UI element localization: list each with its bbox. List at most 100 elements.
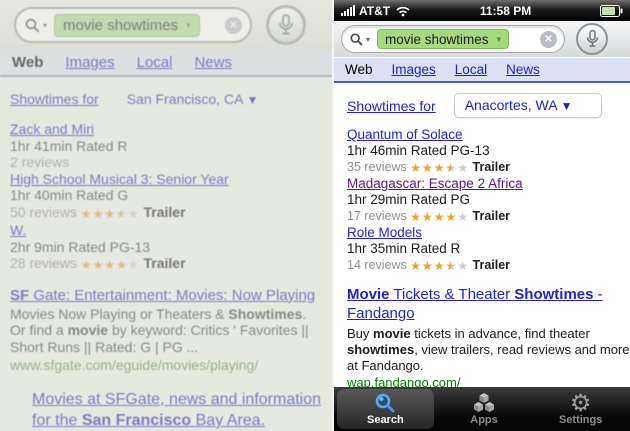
toolbar-tab-label: Settings [558, 414, 603, 426]
location-selector[interactable]: Anacortes, WA ▼ [453, 93, 602, 118]
trailer-link[interactable]: Trailer [144, 204, 186, 220]
movie-details: 1hr 40min Rated G [10, 187, 129, 203]
tab-news[interactable]: News [506, 62, 540, 77]
movie-entry: Role Models 1hr 35min Rated R 14 reviews… [347, 225, 630, 274]
left-search-input[interactable]: ▾ movie showtimes ▾ ✕ [14, 7, 252, 43]
showtimes-location-row: Showtimes for Anacortes, WA ▼ [347, 93, 630, 118]
movie-title-link[interactable]: W. [10, 222, 26, 238]
search-options-icon[interactable]: ▾ [24, 17, 47, 34]
iphone-screenshot: AT&T 11:58 PM ▾ movie showtimes ▾ ✕ Web … [332, 0, 630, 431]
movie-entry: Madagascar: Escape 2 Africa 1hr 29min Ra… [347, 176, 630, 225]
chevron-down-icon: ▾ [43, 20, 48, 30]
tab-images[interactable]: Images [392, 62, 436, 77]
clock: 11:58 PM [479, 3, 532, 18]
movie-details: 1hr 46min Rated PG-13 [347, 143, 490, 158]
star-rating: ★★★★★★★★★★ [80, 206, 140, 221]
result-snippet: Movies Now Playing or Theaters & Showtim… [10, 305, 309, 355]
search-options-icon[interactable]: ▾ [349, 32, 370, 47]
movie-entry: Zack and Miri 1hr 41min Rated R 2 review… [10, 121, 332, 171]
star-rating: ★★★★★★★★★★ [410, 161, 470, 175]
movie-details: 1hr 41min Rated R [10, 137, 128, 154]
movie-title-link[interactable]: Madagascar: Escape 2 Africa [347, 176, 523, 191]
left-ghost-layer: ▾ movie showtimes ▾ ✕ Web Images Local N… [0, 0, 332, 431]
voice-search-button[interactable] [266, 5, 306, 45]
tab-local[interactable]: Local [455, 62, 487, 77]
left-tab-bar: Web Images Local News [0, 50, 332, 77]
location-dropdown-icon: ▼ [560, 99, 573, 113]
microphone-icon [586, 29, 598, 47]
chevron-down-icon: ▾ [366, 34, 371, 44]
search-results: Showtimes for Anacortes, WA ▼ Quantum of… [334, 83, 630, 387]
result-title-link[interactable]: Movie Tickets & Theater Showtimes - Fand… [347, 286, 603, 322]
movie-reviews-link[interactable]: 17 reviews [347, 209, 407, 223]
search-input[interactable]: ▾ movie showtimes ▾ ✕ [341, 25, 565, 53]
result-snippet: Buy movie tickets in advance, find theat… [347, 326, 630, 373]
movie-title-link[interactable]: Role Models [347, 225, 422, 240]
movie-details: 1hr 35min Rated R [347, 241, 461, 256]
screenshot-root: ▾ movie showtimes ▾ ✕ Web Images Local N… [0, 0, 630, 431]
status-bar: AT&T 11:58 PM [334, 0, 630, 21]
left-search-bar: ▾ movie showtimes ▾ ✕ [0, 0, 332, 50]
location-dropdown-icon: ▼ [246, 93, 259, 107]
toolbar-tab-label: Apps [470, 414, 498, 426]
result-url: www.sfgate.com/eguide/movies/playing/ [10, 357, 259, 373]
query-highlight[interactable]: movie showtimes ▾ [377, 29, 510, 49]
movie-title-link[interactable]: Quantum of Solace [347, 127, 463, 142]
tab-web[interactable]: Web [345, 62, 373, 77]
voice-search-button[interactable] [576, 23, 608, 55]
toolbar-tab-search[interactable]: Search [337, 389, 434, 429]
magnifier-icon [25, 18, 40, 32]
movie-reviews-link[interactable]: 2 reviews [10, 154, 69, 170]
star-rating: ★★★★★★★★★★ [410, 259, 470, 273]
wifi-icon [396, 6, 410, 16]
query-highlight[interactable]: movie showtimes ▾ [54, 13, 200, 37]
location-text: San Francisco, CA [126, 91, 243, 107]
result-title-link[interactable]: SF Gate: Entertainment: Movies: Now Play… [10, 287, 315, 304]
sfgate-footer-link[interactable]: Movies at SFGate, news and information f… [32, 389, 332, 431]
left-results: Showtimes for San Francisco, CA ▼ Zack a… [0, 77, 332, 431]
movie-entry: Quantum of Solace 1hr 46min Rated PG-13 … [347, 127, 630, 176]
search-query-text: movie showtimes [385, 31, 489, 47]
trailer-link[interactable]: Trailer [144, 255, 186, 271]
tab-images[interactable]: Images [65, 54, 114, 71]
location-selector[interactable]: San Francisco, CA ▼ [127, 91, 259, 107]
showtimes-for-link[interactable]: Showtimes for [347, 98, 436, 114]
movie-title-link[interactable]: Zack and Miri [10, 121, 94, 137]
result-url: wap.fandango.com/ [347, 375, 461, 387]
toolbar-tab-label: Search [366, 414, 404, 426]
tab-local[interactable]: Local [137, 54, 173, 71]
showtimes-for-link[interactable]: Showtimes for [10, 91, 99, 107]
signal-strength-icon [341, 5, 355, 16]
gear-icon: ⚙ [569, 389, 592, 417]
toolbar-tab-settings[interactable]: ⚙ Settings [532, 387, 629, 431]
trailer-link[interactable]: Trailer [473, 209, 511, 223]
movie-reviews-link[interactable]: 14 reviews [347, 258, 407, 272]
trailer-link[interactable]: Trailer [473, 160, 511, 174]
movie-reviews-link[interactable]: 35 reviews [347, 160, 407, 174]
movie-entry: High School Musical 3: Senior Year 1hr 4… [10, 171, 332, 223]
movie-reviews-link[interactable]: 28 reviews [10, 255, 77, 271]
web-result: SF Gate: Entertainment: Movies: Now Play… [10, 287, 332, 304]
bottom-toolbar: Search Apps ⚙ Settings [334, 387, 630, 431]
movie-details: 1hr 29min Rated PG [347, 192, 471, 207]
toolbar-tab-apps[interactable]: Apps [436, 387, 533, 431]
star-rating: ★★★★★★★★★★ [410, 210, 470, 224]
trailer-link[interactable]: Trailer [473, 258, 511, 272]
star-rating: ★★★★★★★★★★ [80, 258, 140, 272]
search-query-text: movie showtimes [63, 16, 179, 34]
movie-reviews-link[interactable]: 50 reviews [10, 204, 77, 220]
query-chevron-icon: ▾ [186, 19, 191, 30]
movie-details: 2hr 9min Rated PG-13 [10, 238, 151, 255]
clear-search-icon[interactable]: ✕ [540, 30, 557, 48]
tab-web[interactable]: Web [12, 54, 43, 71]
carrier-label: AT&T [359, 3, 391, 18]
magnifier-icon [350, 32, 363, 45]
movie-entry: W. 2hr 9min Rated PG-13 28 reviews ★★★★★… [10, 222, 332, 274]
movie-title-link[interactable]: High School Musical 3: Senior Year [10, 171, 229, 187]
query-chevron-icon: ▾ [496, 33, 502, 44]
left-faded-screenshot: ▾ movie showtimes ▾ ✕ Web Images Local N… [0, 0, 332, 431]
tab-news[interactable]: News [194, 54, 232, 71]
search-bar: ▾ movie showtimes ▾ ✕ [334, 21, 630, 58]
clear-search-icon[interactable]: ✕ [225, 16, 242, 34]
tab-bar: Web Images Local News [334, 58, 630, 83]
